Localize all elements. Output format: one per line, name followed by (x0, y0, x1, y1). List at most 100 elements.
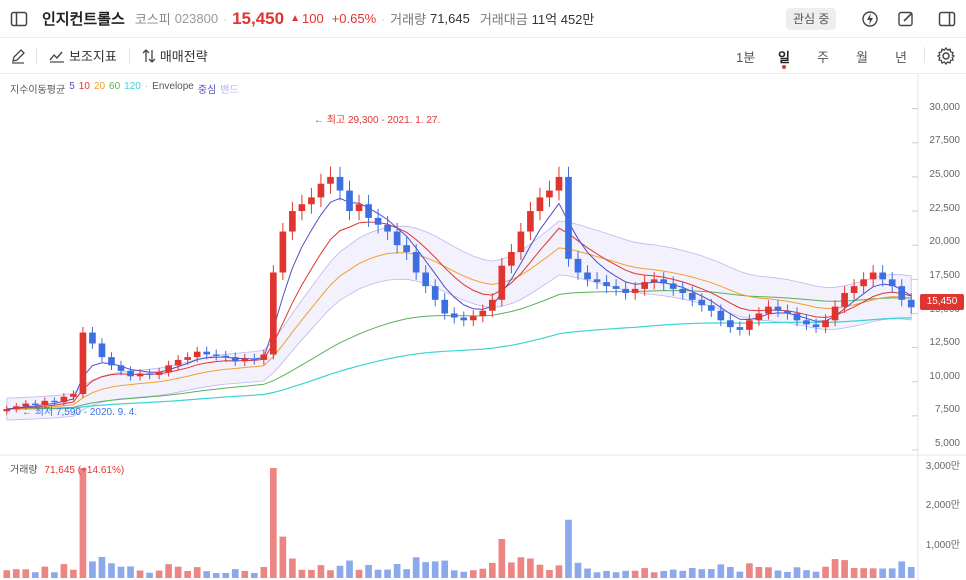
y-axis-label: 10,000 (929, 371, 960, 382)
volume-bar (193, 567, 201, 578)
y-axis-label: 12,500 (929, 337, 960, 348)
volume-bar (527, 558, 534, 578)
volume-bar (3, 570, 11, 578)
volume-bar (279, 536, 287, 578)
volume-bar (803, 570, 810, 578)
volume-bar (127, 566, 134, 578)
candle-body (831, 306, 839, 321)
volume-bar (822, 566, 829, 578)
candle-body (555, 176, 563, 191)
candle-body (136, 373, 144, 377)
high-annotation: ← 최고 29,300 - 2021. 1. 27. (314, 115, 441, 126)
volume-bar (612, 572, 620, 578)
volume-bar (231, 569, 239, 578)
volume-bar (536, 564, 544, 578)
candle-body (393, 231, 401, 246)
candle-body (508, 252, 515, 266)
volume-bar (393, 563, 401, 578)
candle-body (888, 279, 896, 287)
volume-axis-label: 1,000만 (925, 540, 960, 551)
volume-bar (270, 468, 277, 578)
candle-body (431, 286, 439, 300)
volume-bar (860, 568, 867, 578)
volume-bar (688, 567, 696, 578)
candle-body (746, 320, 753, 330)
candle-body (317, 183, 325, 198)
volume-bar (698, 569, 706, 578)
volume-bar (907, 567, 915, 578)
volume-bar (89, 561, 96, 578)
candle-body (355, 204, 363, 212)
candle-body (660, 279, 668, 284)
candle-body (51, 400, 58, 403)
candle-body (336, 176, 344, 191)
candle-body (603, 282, 610, 287)
candle-body (441, 299, 449, 314)
volume-bar (831, 559, 839, 578)
volume-bar (479, 568, 487, 578)
volume-bar (774, 570, 782, 578)
candle-body (479, 310, 487, 317)
volume-bar (431, 561, 439, 578)
volume-bar (365, 564, 372, 578)
volume-axis-label: 3,000만 (925, 461, 960, 472)
candle-body (860, 279, 867, 287)
candle-body (584, 272, 591, 280)
candle-body (727, 320, 734, 328)
price-chart[interactable] (0, 0, 966, 580)
candle-body (193, 351, 201, 358)
candle-body (174, 359, 182, 366)
candle-body (650, 279, 658, 283)
envelope-band (6, 220, 912, 421)
candle-body (717, 310, 725, 321)
candle-body (822, 320, 829, 328)
candle-body (593, 279, 601, 283)
candle-body (488, 299, 496, 311)
volume-bar (488, 562, 496, 578)
volume-bar (412, 557, 420, 578)
candle-body (146, 373, 153, 375)
candle-body (12, 406, 20, 410)
candle-body (365, 204, 372, 218)
candle-body (422, 272, 430, 287)
candle-body (184, 357, 191, 360)
volume-bar (174, 566, 182, 578)
volume-bar (155, 570, 163, 578)
volume-bar (136, 570, 144, 578)
volume-bar (574, 562, 582, 578)
candle-body (412, 252, 420, 273)
y-axis-label: 22,500 (929, 203, 960, 214)
volume-bar (222, 573, 230, 578)
volume-bar (12, 569, 20, 578)
candle-body (231, 357, 239, 362)
candle-body (669, 283, 677, 289)
candle-body (241, 358, 249, 362)
volume-bar (79, 468, 87, 578)
y-axis-label: 17,500 (929, 270, 960, 281)
y-axis-label: 7,500 (934, 404, 960, 415)
volume-bar (622, 570, 629, 578)
volume-bar (41, 566, 49, 578)
y-axis-label: 5,000 (934, 438, 960, 449)
candle-body (117, 365, 125, 371)
candle-body (774, 306, 782, 311)
volume-bar (736, 571, 744, 578)
volume-bar (441, 560, 449, 578)
low-annotation: ← 최저 7,590 - 2020. 9. 4. (22, 407, 138, 418)
volume-bar (70, 569, 77, 578)
candle-body (793, 313, 801, 321)
candle-body (3, 409, 11, 412)
candle-body (155, 372, 163, 375)
volume-bar (298, 569, 306, 578)
candle-body (536, 197, 544, 212)
volume-bar (498, 538, 506, 578)
candle-body (469, 316, 477, 321)
candle-body (165, 365, 172, 373)
candle-body (203, 351, 211, 355)
volume-bar (241, 570, 249, 578)
volume-bar (31, 572, 39, 578)
volume-bar (850, 567, 858, 578)
volume-bar (317, 565, 325, 578)
volume-bar (308, 569, 315, 578)
candle-body (879, 272, 887, 280)
